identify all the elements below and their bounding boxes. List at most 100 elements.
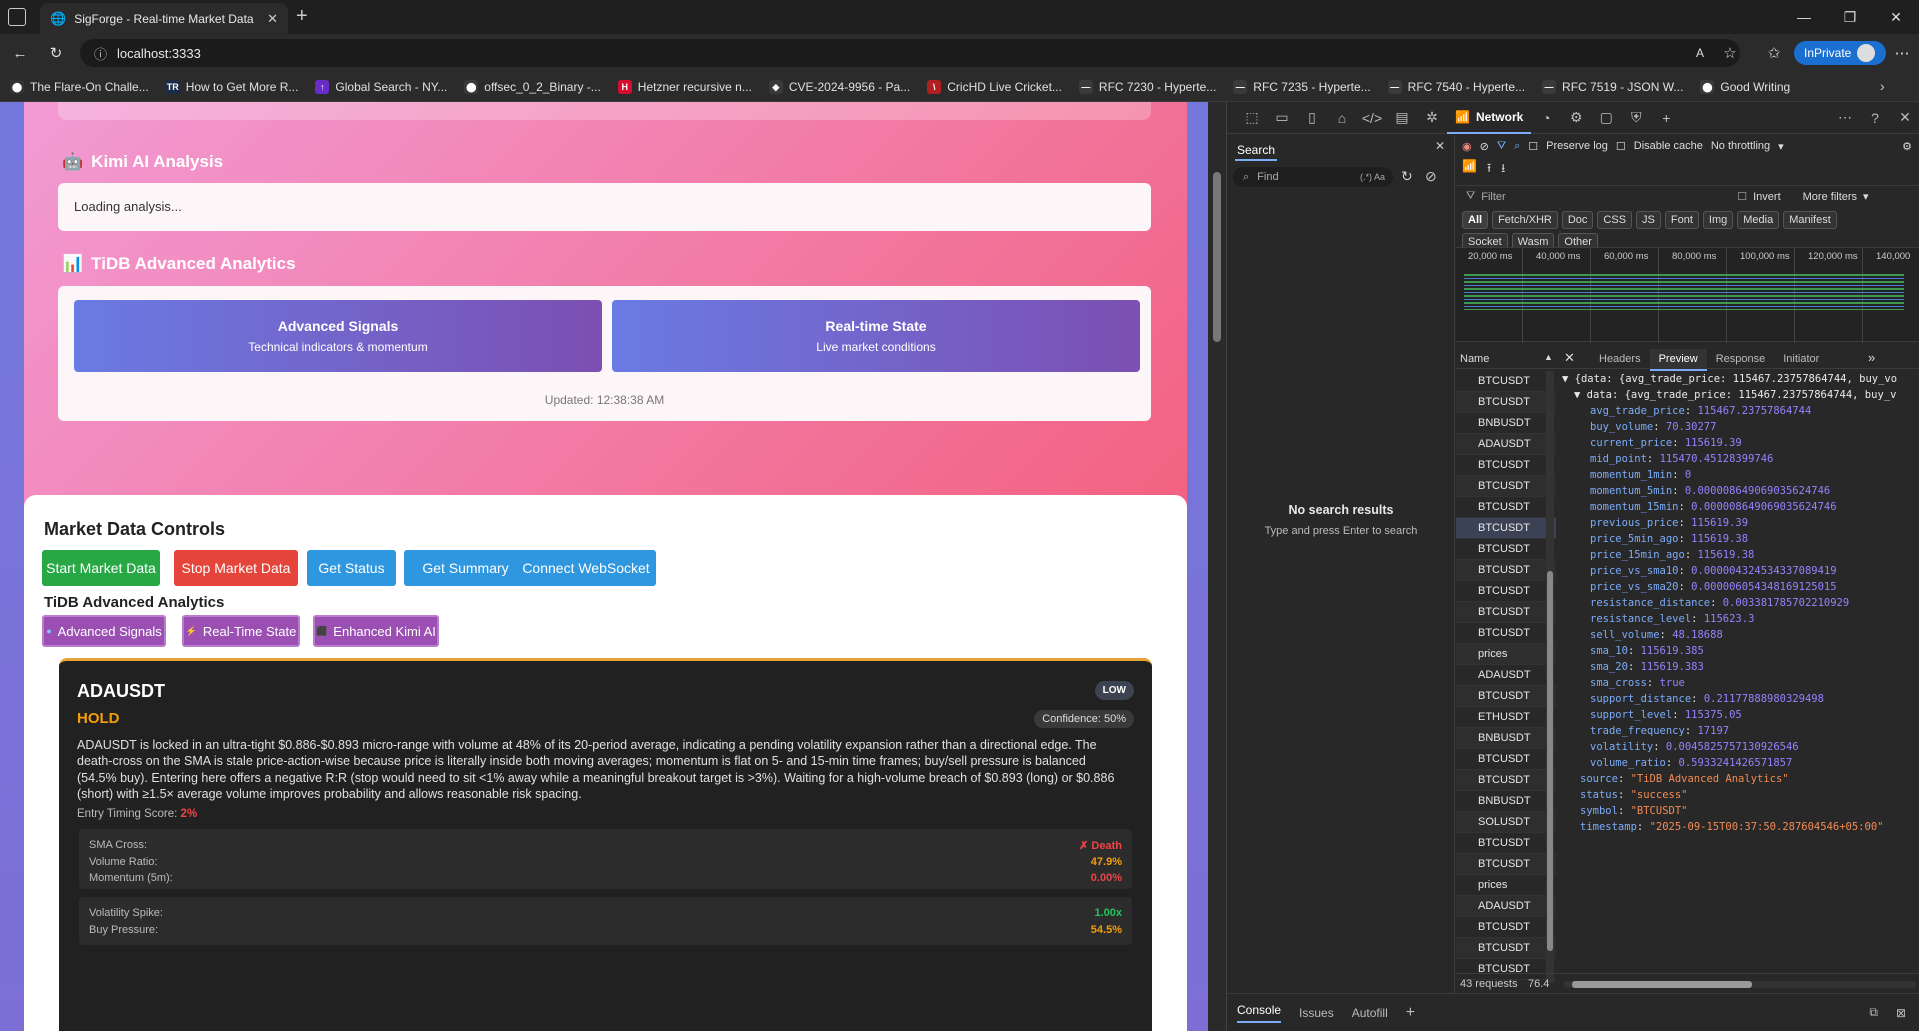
favorites-icon[interactable]: ✩: [1762, 41, 1786, 65]
request-row[interactable]: BTCUSDT: [1456, 770, 1556, 791]
request-row[interactable]: BTCUSDT: [1456, 623, 1556, 644]
upload-icon[interactable]: ⭱: [1487, 159, 1491, 180]
request-row[interactable]: BTCUSDT: [1456, 497, 1556, 518]
page-scrollbar[interactable]: [1208, 102, 1226, 1031]
request-row[interactable]: BNBUSDT: [1456, 728, 1556, 749]
detail-tab-response[interactable]: Response: [1707, 349, 1775, 371]
scroll-thumb[interactable]: [1213, 172, 1221, 342]
help-icon[interactable]: ?: [1860, 102, 1890, 134]
regex-toggle[interactable]: (.*) Aa: [1360, 172, 1385, 182]
read-aloud-icon[interactable]: A: [1688, 41, 1712, 65]
request-row[interactable]: BTCUSDT: [1456, 854, 1556, 875]
settings-gear-icon[interactable]: ⚙: [1561, 102, 1591, 134]
security-icon[interactable]: ⛨: [1621, 102, 1651, 134]
invert-checkbox[interactable]: ☐: [1737, 190, 1747, 203]
bookmark-item[interactable]: ◆ CVE-2024-9956 - Pa...: [768, 79, 910, 94]
scroll-thumb[interactable]: [1547, 571, 1553, 951]
close-drawer-icon[interactable]: ⊠: [1896, 1006, 1906, 1020]
filter-chip[interactable]: Doc: [1561, 211, 1594, 229]
wifi-settings-icon[interactable]: 📶: [1462, 159, 1477, 180]
control-button-5[interactable]: Connect WebSocket: [516, 550, 656, 586]
detail-tab-initiator[interactable]: Initiator: [1774, 349, 1828, 371]
throttling-select[interactable]: No throttling: [1711, 140, 1770, 152]
filter-chip[interactable]: JS: [1636, 211, 1661, 229]
clear-icon[interactable]: ⊘: [1480, 140, 1489, 153]
add-drawer-tab-icon[interactable]: +: [1406, 1004, 1415, 1022]
request-row[interactable]: BTCUSDT: [1456, 938, 1556, 959]
control-button-2[interactable]: Stop Market Data: [174, 550, 298, 586]
new-tab-icon[interactable]: +: [296, 5, 308, 28]
request-row[interactable]: BTCUSDT: [1456, 371, 1556, 392]
request-row[interactable]: BTCUSDT: [1456, 602, 1556, 623]
bookmark-item[interactable]: — RFC 7235 - Hyperte...: [1233, 79, 1371, 94]
favorite-star-icon[interactable]: ☆: [1718, 41, 1742, 65]
request-row[interactable]: ADAUSDT: [1456, 665, 1556, 686]
tab-actions-icon[interactable]: [8, 8, 26, 26]
request-row[interactable]: SOLUSDT: [1456, 812, 1556, 833]
search-network-icon[interactable]: ⌕: [1514, 140, 1520, 153]
refresh-icon[interactable]: ↻: [44, 41, 68, 65]
info-icon[interactable]: ⓘ: [94, 44, 107, 63]
request-row[interactable]: BNBUSDT: [1456, 791, 1556, 812]
dock-icon[interactable]: ▯: [1297, 102, 1327, 134]
request-row[interactable]: BTCUSDT: [1456, 539, 1556, 560]
scroll-thumb[interactable]: [1572, 981, 1752, 988]
detail-tab-preview[interactable]: Preview: [1649, 349, 1707, 371]
bookmark-item[interactable]: — RFC 7519 - JSON W...: [1542, 79, 1683, 94]
device-toolbar-icon[interactable]: ▭: [1267, 102, 1297, 134]
elements-icon[interactable]: </>: [1357, 102, 1387, 134]
record-icon[interactable]: ◉: [1462, 140, 1472, 153]
bookmark-item[interactable]: — RFC 7540 - Hyperte...: [1387, 79, 1525, 94]
bookmark-item[interactable]: — RFC 7230 - Hyperte...: [1078, 79, 1216, 94]
request-row[interactable]: BTCUSDT: [1456, 917, 1556, 938]
control-button-1[interactable]: Start Market Data: [42, 550, 160, 586]
bookmark-item[interactable]: ⬤ The Flare-On Challe...: [10, 79, 149, 94]
analytics-button-1[interactable]: ● Advanced Signals: [42, 615, 166, 647]
sources-icon[interactable]: ✲: [1417, 102, 1447, 134]
control-button-4[interactable]: Get Summary: [404, 550, 527, 586]
request-row[interactable]: BNBUSDT: [1456, 413, 1556, 434]
bookmark-item[interactable]: \ CricHD Live Cricket...: [927, 79, 1062, 94]
add-tool-icon[interactable]: +: [1651, 102, 1681, 134]
preview-hscroll[interactable]: [1564, 981, 1916, 988]
browser-tab-active[interactable]: 🌐 SigForge - Real-time Market Data ✕: [40, 3, 288, 34]
filter-chip[interactable]: Media: [1737, 211, 1780, 229]
inprivate-badge[interactable]: InPrivate: [1794, 41, 1886, 65]
close-window-icon[interactable]: ✕: [1873, 0, 1919, 34]
request-row[interactable]: BTCUSDT: [1456, 518, 1556, 539]
realtime-state-card[interactable]: Real-time State Live market conditions: [612, 300, 1140, 372]
omnibox[interactable]: ⓘ localhost:3333: [80, 39, 1740, 67]
close-detail-icon[interactable]: ✕: [1564, 350, 1575, 366]
back-icon[interactable]: ←: [8, 41, 32, 65]
control-button-3[interactable]: Get Status: [307, 550, 396, 586]
download-icon[interactable]: ⭳: [1501, 159, 1505, 180]
home-icon[interactable]: ⌂: [1327, 102, 1357, 134]
request-row[interactable]: prices: [1456, 875, 1556, 896]
request-row[interactable]: prices: [1456, 644, 1556, 665]
filter-chip[interactable]: CSS: [1597, 211, 1633, 229]
filter-toggle-icon[interactable]: ⛛: [1497, 140, 1506, 153]
chevron-down-icon[interactable]: ▾: [1778, 140, 1784, 153]
network-tab[interactable]: 📶 Network: [1447, 102, 1532, 134]
close-tab-icon[interactable]: ✕: [267, 11, 278, 27]
filter-chip[interactable]: Font: [1664, 211, 1699, 229]
request-row[interactable]: BTCUSDT: [1456, 455, 1556, 476]
filter-chip[interactable]: All: [1462, 211, 1489, 229]
dock-drawer-icon[interactable]: ⧉: [1869, 1005, 1878, 1020]
request-row[interactable]: BTCUSDT: [1456, 833, 1556, 854]
find-input[interactable]: ⌕ Find (.*) Aa: [1233, 167, 1393, 187]
refresh-search-icon[interactable]: ↻: [1401, 168, 1413, 185]
bookmark-item[interactable]: ⬤ offsec_0_2_Binary -...: [464, 79, 601, 94]
application-icon[interactable]: ▢: [1591, 102, 1621, 134]
advanced-signals-card[interactable]: Advanced Signals Technical indicators & …: [74, 300, 602, 372]
search-tab[interactable]: Search: [1235, 139, 1278, 161]
close-search-icon[interactable]: ✕: [1435, 139, 1445, 153]
restore-icon[interactable]: ❐: [1827, 0, 1873, 34]
expand-triangle-icon[interactable]: ▼: [1562, 373, 1575, 385]
chevron-right-icon[interactable]: ›: [1880, 78, 1885, 94]
request-row[interactable]: BTCUSDT: [1456, 476, 1556, 497]
more-menu-icon[interactable]: ⋯: [1890, 41, 1914, 65]
issues-drawer-tab[interactable]: Issues: [1299, 1006, 1334, 1020]
request-row[interactable]: ADAUSDT: [1456, 434, 1556, 455]
request-list-scrollbar[interactable]: [1546, 371, 1554, 983]
